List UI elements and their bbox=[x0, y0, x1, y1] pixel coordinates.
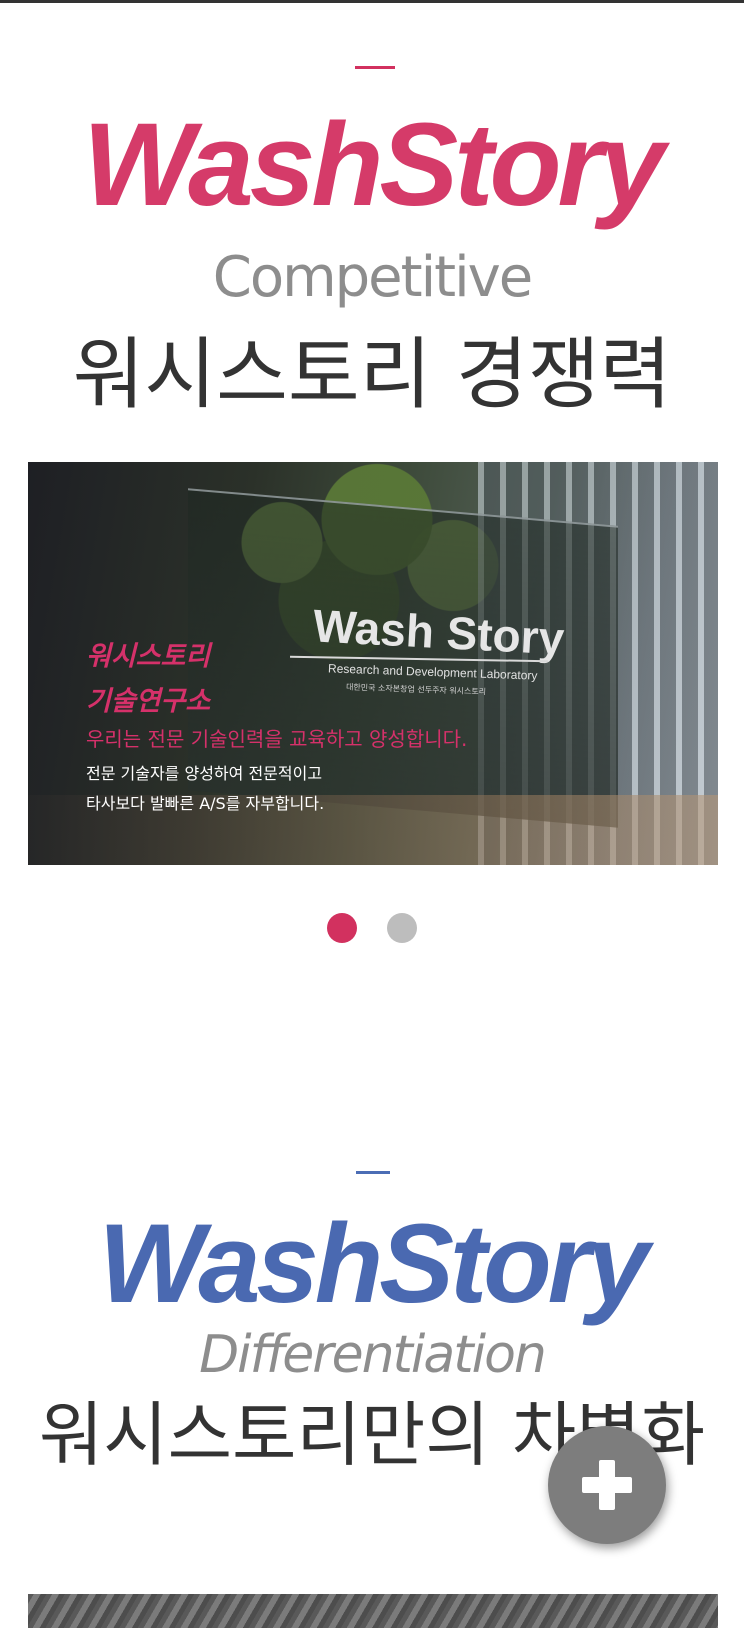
slide-highlight: 우리는 전문 기술인력을 교육하고 양성합니다. bbox=[86, 727, 468, 751]
competitive-brand-logo: WashStory bbox=[82, 99, 665, 231]
top-border bbox=[0, 0, 744, 3]
competitive-accent-bar bbox=[355, 66, 395, 69]
differentiation-brand-logo: WashStory bbox=[98, 1201, 650, 1326]
differentiation-image bbox=[28, 1594, 718, 1628]
slide-description: 전문 기술자를 양성하여 전문적이고 타사보다 발빠른 A/S를 자부합니다. bbox=[86, 759, 324, 819]
slide-title-line2: 기술연구소 bbox=[86, 686, 211, 717]
differentiation-accent-bar bbox=[356, 1171, 390, 1174]
competitive-slider[interactable]: Wash Story Research and Development Labo… bbox=[28, 462, 718, 865]
differentiation-subtitle: Differentiation bbox=[199, 1325, 547, 1385]
slide-description-line2: 타사보다 발빠른 A/S를 자부합니다. bbox=[86, 794, 325, 813]
slider-dot-1[interactable] bbox=[327, 913, 357, 943]
floating-add-button[interactable] bbox=[548, 1426, 666, 1544]
slide-title-line1: 워시스토리 bbox=[86, 641, 211, 672]
slider-dot-2[interactable] bbox=[387, 913, 417, 943]
competitive-subtitle: Competitive bbox=[212, 245, 534, 310]
competitive-title: 워시스토리 경쟁력 bbox=[72, 330, 672, 420]
slide-title: 워시스토리 기술연구소 bbox=[86, 634, 210, 724]
slide-description-line1: 전문 기술자를 양성하여 전문적이고 bbox=[86, 764, 323, 783]
